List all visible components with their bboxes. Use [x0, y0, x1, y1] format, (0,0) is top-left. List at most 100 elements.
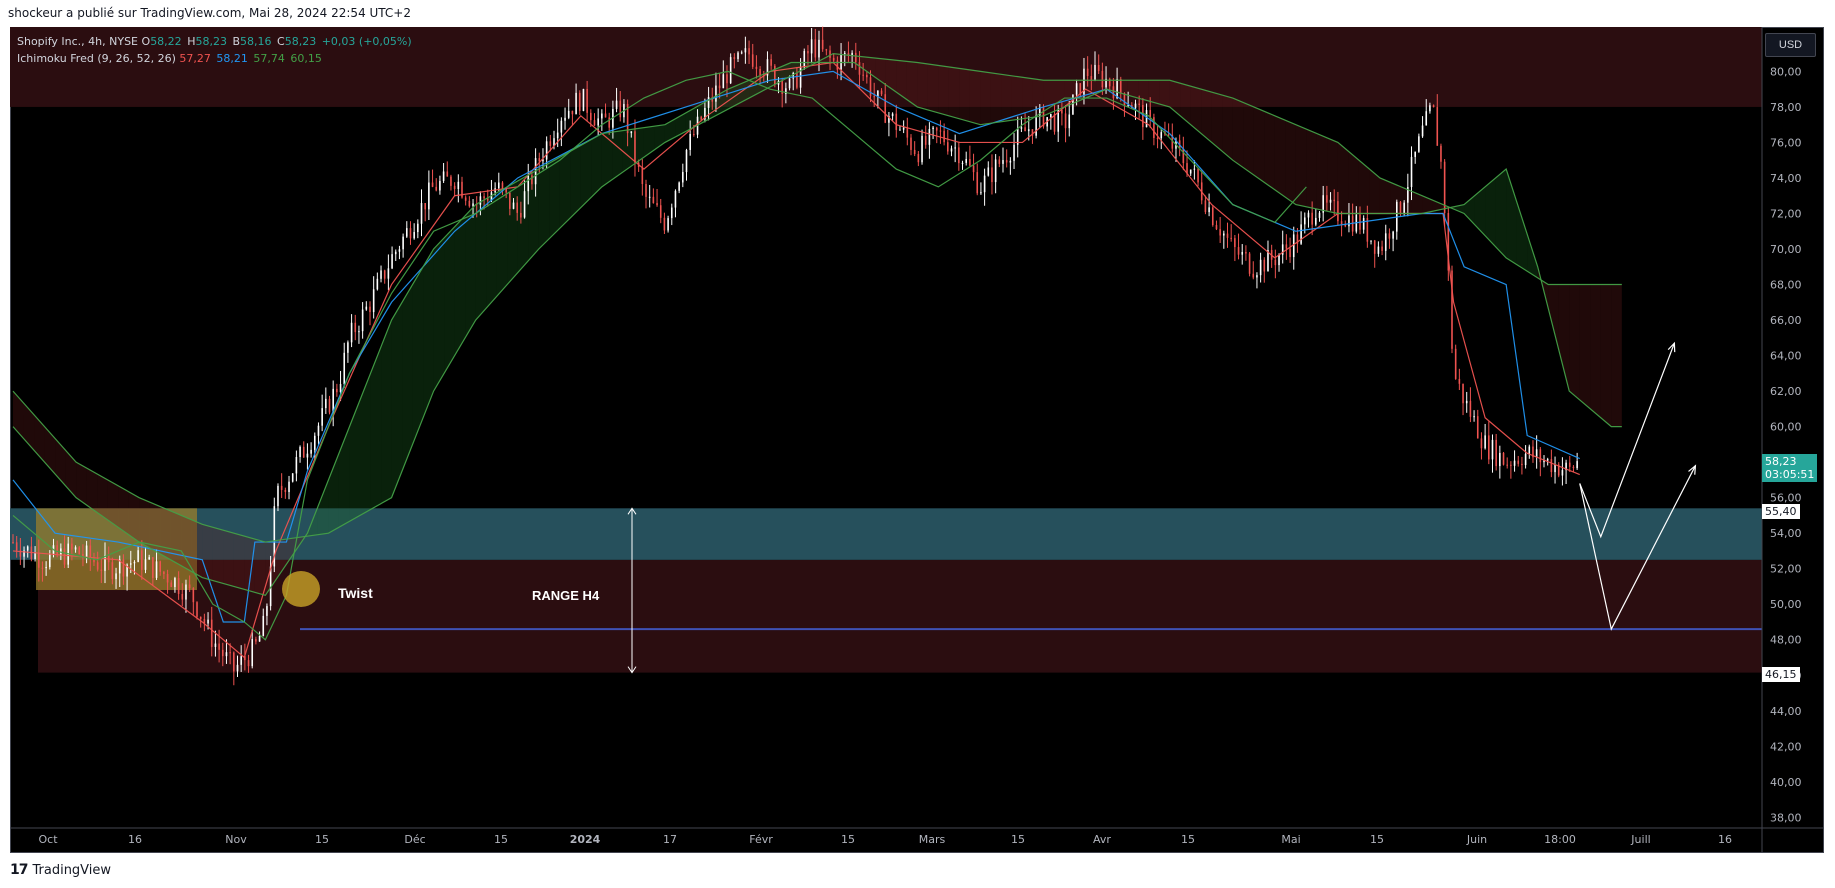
candle-body: [917, 154, 920, 163]
candle-body: [141, 550, 143, 570]
time-tick-label: Oct: [38, 833, 58, 846]
span-b-line: [12, 53, 1622, 543]
candle-body: [1484, 435, 1486, 449]
cloud-segment: [486, 192, 497, 309]
candle-body: [229, 652, 231, 654]
candle-body: [1502, 452, 1505, 465]
cloud-segment: [1506, 169, 1517, 265]
candle-body: [1167, 134, 1170, 136]
candle-body: [770, 59, 772, 66]
chart-legend: Shopify Inc., 4h, NYSE O58,22 H58,23 B58…: [17, 33, 414, 67]
candle-body: [1292, 234, 1295, 258]
cloud-segment: [202, 524, 213, 581]
candle-body: [166, 574, 169, 583]
candle-body: [181, 593, 184, 600]
candle-body: [1278, 254, 1280, 266]
currency-button[interactable]: USD: [1765, 33, 1816, 57]
candle-body: [63, 548, 66, 565]
candle-body: [428, 182, 430, 210]
candle-body: [593, 120, 596, 126]
candle-body: [825, 49, 828, 51]
candle-body: [582, 88, 585, 111]
cloud-segment: [1054, 80, 1065, 112]
candle-body: [1112, 86, 1115, 99]
cloud-segment: [1274, 115, 1286, 198]
price-tick-label: 70,00: [1770, 243, 1802, 256]
candle-body: [663, 217, 666, 231]
tradingview-logo-icon[interactable]: 17: [10, 862, 29, 878]
candle-body: [891, 113, 894, 117]
candle-body: [1005, 160, 1008, 163]
candle-body: [755, 66, 758, 69]
candle-body: [12, 542, 14, 544]
cloud-segment: [423, 249, 434, 418]
range-h4-annotation: RANGE H4: [532, 588, 600, 603]
candle-body: [1554, 464, 1556, 473]
cloud-segment: [444, 226, 455, 374]
candle-body: [1513, 460, 1516, 466]
candle-body: [1506, 464, 1509, 466]
candle-body: [1425, 111, 1428, 126]
cloud-segment: [1327, 138, 1338, 214]
candle-body: [858, 62, 861, 75]
cloud-segment: [107, 479, 119, 528]
candle-body: [884, 94, 887, 123]
time-tick-label: Déc: [404, 833, 425, 846]
candle-body: [199, 616, 202, 620]
candle-body: [1421, 125, 1424, 137]
candle-body: [196, 602, 198, 617]
candle-body: [464, 197, 467, 201]
candle-body: [247, 660, 250, 667]
candle-body: [1572, 466, 1575, 469]
candle-body: [1182, 148, 1185, 164]
cloud-segment: [969, 69, 981, 125]
candle-body: [854, 52, 857, 63]
candle-body: [1090, 76, 1093, 80]
candle-body: [645, 183, 647, 197]
candle-body: [328, 398, 331, 413]
candle-body: [1189, 169, 1192, 174]
candle-body: [1002, 160, 1004, 164]
brand-name[interactable]: TradingView: [32, 863, 111, 878]
chart-canvas[interactable]: 38,0040,0042,0044,0046,0048,0050,0052,00…: [0, 0, 1835, 888]
cloud-segment: [1243, 102, 1254, 176]
price-tick-label: 54,00: [1770, 527, 1802, 540]
candle-body: [498, 182, 500, 189]
cloud-segment: [181, 515, 192, 572]
price-tick-label: 50,00: [1770, 598, 1802, 611]
cloud-segment: [938, 65, 949, 116]
candle-body: [313, 435, 316, 450]
candle-body: [1429, 105, 1431, 112]
candle-body: [935, 127, 938, 131]
candle-body: [1020, 127, 1023, 129]
cloud-segment: [1558, 284, 1570, 392]
time-tick-label: Févr: [749, 833, 773, 846]
candle-body: [1465, 400, 1468, 404]
candle-body: [939, 130, 942, 132]
candle-body: [685, 149, 688, 173]
candle-body: [1064, 113, 1067, 129]
candle-body: [115, 573, 117, 580]
candle-body: [358, 331, 360, 333]
candle-body: [689, 133, 691, 150]
cloud-segment: [685, 106, 697, 132]
bar-countdown: 03:05:51: [1765, 468, 1815, 481]
cloud-segment: [549, 157, 560, 239]
candle-body: [266, 606, 268, 616]
candle-body: [1535, 449, 1538, 458]
candle-body: [34, 552, 36, 560]
candle-body: [258, 635, 261, 642]
candle-body: [1568, 462, 1571, 467]
candle-body: [299, 446, 301, 458]
candle-body: [1024, 127, 1026, 132]
candle-body: [1303, 217, 1306, 225]
cloud-segment: [917, 62, 928, 110]
candle-body: [409, 228, 412, 239]
cloud-segment: [1222, 95, 1233, 161]
candle-body: [946, 142, 949, 152]
cloud-segment: [570, 145, 581, 218]
candle-body: [1399, 201, 1402, 214]
candle-body: [1370, 240, 1372, 242]
time-tick-label: 16: [128, 833, 142, 846]
candle-body: [442, 171, 445, 181]
